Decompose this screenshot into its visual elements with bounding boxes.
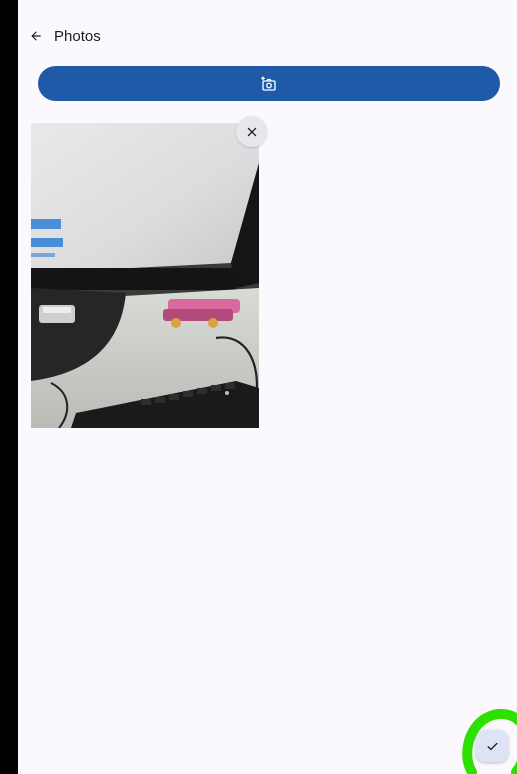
add-photo-button[interactable] (38, 66, 500, 101)
photos-screen: Photos (18, 0, 517, 774)
add-photo-camera-icon (261, 76, 276, 91)
remove-photo-button[interactable] (236, 116, 267, 147)
check-icon (487, 742, 497, 750)
confirm-button[interactable] (476, 730, 508, 762)
top-app-bar: Photos (18, 18, 508, 54)
arrow-left-icon (31, 31, 41, 41)
page-title: Photos (54, 27, 101, 45)
close-icon (247, 127, 256, 136)
captured-photo-image (31, 123, 259, 428)
photo-thumbnail[interactable] (31, 123, 259, 428)
left-edge-bar (0, 0, 18, 774)
back-button[interactable] (18, 18, 54, 54)
